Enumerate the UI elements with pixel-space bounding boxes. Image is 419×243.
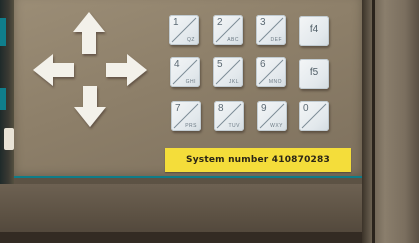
key-7[interactable]: 7 PRS — [171, 101, 201, 131]
key-number: 7 — [175, 103, 181, 114]
key-letters: ABC — [227, 37, 239, 43]
key-number: 9 — [261, 103, 267, 114]
key-number: 4 — [174, 59, 180, 70]
key-letters: MNO — [268, 79, 282, 85]
system-number-label: System number 410870283 — [165, 148, 351, 172]
key-1[interactable]: 1 QZ — [169, 15, 199, 45]
key-f5[interactable]: f5 — [299, 59, 329, 89]
key-2[interactable]: 2 ABC — [213, 15, 243, 45]
key-letters: JKL — [228, 79, 239, 85]
key-8[interactable]: 8 TUV — [214, 101, 244, 131]
key-9[interactable]: 9 WXY — [257, 101, 287, 131]
key-number: f4 — [309, 24, 319, 35]
key-6[interactable]: 6 MNO — [256, 57, 286, 87]
key-number: 1 — [173, 17, 179, 28]
arrow-up-icon[interactable] — [73, 12, 105, 54]
key-number: f5 — [309, 67, 319, 78]
system-number-text: System number 410870283 — [186, 155, 330, 165]
key-number: 5 — [217, 59, 223, 70]
key-3[interactable]: 3 DEF — [256, 15, 286, 45]
key-letters: TUV — [228, 123, 240, 129]
key-number: 3 — [260, 17, 266, 28]
arrow-down-icon[interactable] — [74, 86, 106, 127]
keypad-photo: 1 QZ 2 ABC 3 DEF f4 4 GHI 5 JKL 6 MNO f5… — [0, 0, 419, 243]
arrow-left-icon[interactable] — [33, 54, 74, 86]
key-number: 2 — [217, 17, 223, 28]
key-4[interactable]: 4 GHI — [170, 57, 200, 87]
key-number: 6 — [260, 59, 266, 70]
key-number: 0 — [303, 103, 309, 114]
key-letters: QZ — [187, 37, 195, 43]
key-5[interactable]: 5 JKL — [213, 57, 243, 87]
key-number: 8 — [218, 103, 224, 114]
arrow-right-icon[interactable] — [106, 54, 147, 86]
key-letters: GHI — [185, 79, 196, 85]
key-f4[interactable]: f4 — [299, 16, 329, 46]
key-letters: DEF — [270, 37, 282, 43]
arrow-pad — [33, 12, 147, 127]
key-letters: PRS — [185, 123, 197, 129]
key-letters: WXY — [270, 123, 283, 129]
key-0[interactable]: 0 — [299, 101, 329, 131]
